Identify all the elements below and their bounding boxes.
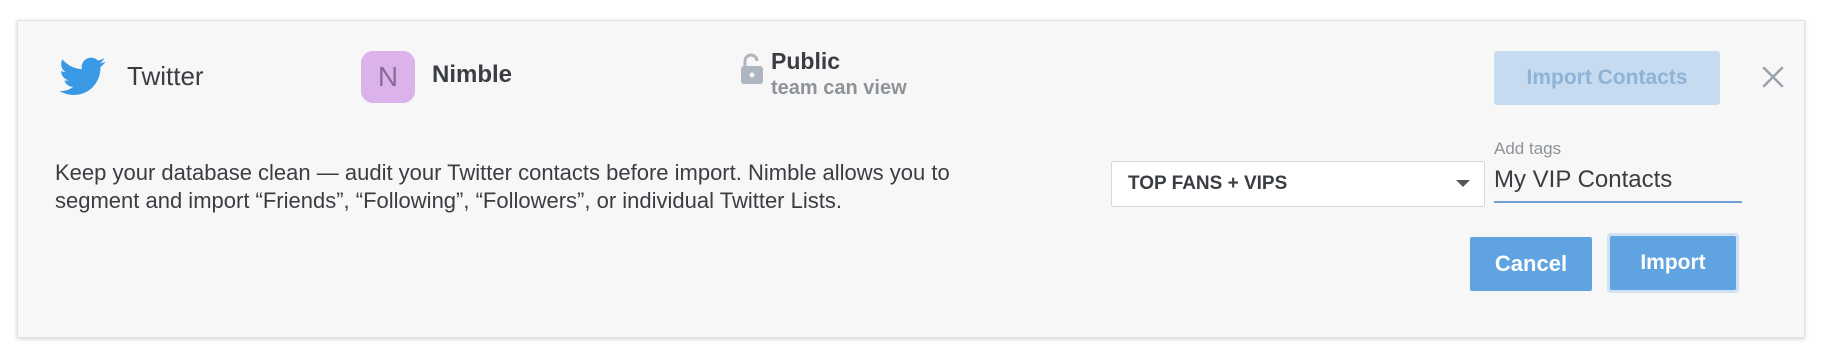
account-avatar: N <box>361 51 415 103</box>
visibility-subtitle: team can view <box>771 77 907 99</box>
close-icon[interactable] <box>1758 62 1788 92</box>
import-description: Keep your database clean — audit your Tw… <box>55 160 950 213</box>
import-contacts-button[interactable]: Import Contacts <box>1494 51 1720 105</box>
twitter-bird-icon <box>59 57 106 95</box>
account-name: Nimble <box>432 61 513 88</box>
visibility-title: Public <box>771 48 841 74</box>
caret-down-icon <box>1456 180 1470 187</box>
import-button[interactable]: Import <box>1610 236 1736 290</box>
import-button-focus-ring: Import <box>1607 233 1739 293</box>
segment-select-value: TOP FANS + VIPS <box>1128 173 1288 194</box>
cancel-button[interactable]: Cancel <box>1470 237 1592 291</box>
import-panel: Twitter N Nimble Public team can view Im… <box>17 20 1805 338</box>
service-name: Twitter <box>127 61 204 91</box>
segment-select[interactable]: TOP FANS + VIPS <box>1111 161 1485 207</box>
tags-input[interactable] <box>1494 165 1742 203</box>
unlocked-padlock-icon <box>741 53 763 84</box>
tags-label: Add tags <box>1494 139 1562 158</box>
